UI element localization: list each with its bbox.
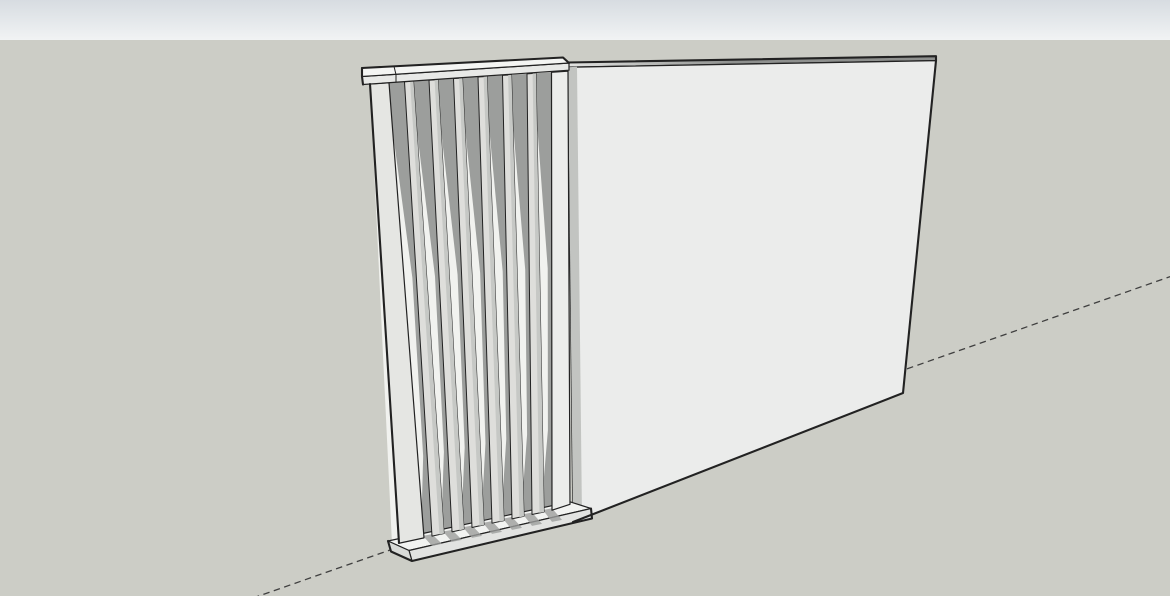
model-silhouette [362,68,363,85]
sketchup-viewport[interactable] [0,0,1170,596]
right-stile[interactable] [552,71,571,510]
scene-canvas[interactable] [0,0,1170,596]
sky [0,0,1170,40]
